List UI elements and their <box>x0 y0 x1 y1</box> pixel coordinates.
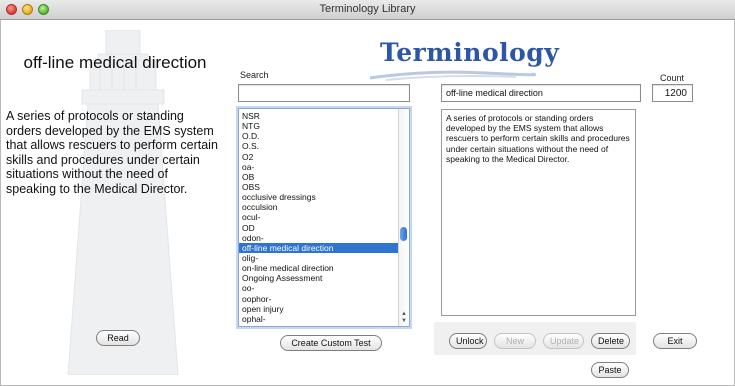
unlock-button[interactable]: Unlock <box>449 333 487 349</box>
lighthouse-watermark-icon <box>67 30 179 375</box>
term-field[interactable]: off-line medical direction <box>441 84 641 102</box>
update-button[interactable]: Update <box>543 333 584 349</box>
term-list-scrollbar[interactable]: ▲ ▼ <box>398 109 409 326</box>
scrollbar-thumb[interactable] <box>400 227 407 241</box>
list-item[interactable]: OD <box>239 223 399 233</box>
list-item-selected[interactable]: off-line medical direction <box>239 242 399 253</box>
list-item[interactable]: on-line medical direction <box>239 263 399 273</box>
exit-button[interactable]: Exit <box>653 333 697 349</box>
new-button[interactable]: New <box>494 333 536 349</box>
list-item[interactable]: odon- <box>239 233 399 243</box>
logo-swoosh-icon <box>369 70 536 81</box>
selected-term-definition: A series of protocols or standing orders… <box>6 109 218 196</box>
paste-button[interactable]: Paste <box>591 362 629 378</box>
term-list-items: NSR NTG O.D. O.S. O2 oa- OB OBS occlusive dressi… <box>239 111 399 324</box>
list-item[interactable]: occulsion <box>239 202 399 212</box>
list-item[interactable]: Ongoing Assessment <box>239 273 399 283</box>
list-item[interactable]: OB <box>239 172 399 182</box>
search-label: Search <box>240 70 269 80</box>
list-item[interactable]: NSR <box>239 111 399 121</box>
definition-textarea[interactable]: A series of protocols or standing orders… <box>441 109 636 316</box>
count-label: Count <box>660 73 685 83</box>
create-custom-test-button[interactable]: Create Custom Test <box>280 335 382 351</box>
search-input[interactable] <box>238 84 410 102</box>
terminology-window: Terminology Library off-line medical dir… <box>0 0 735 386</box>
list-item[interactable]: OBS <box>239 182 399 192</box>
list-item[interactable]: O.S. <box>239 141 399 151</box>
scroll-down-arrow-icon[interactable]: ▼ <box>401 318 407 324</box>
term-list[interactable]: NSR NTG O.D. O.S. O2 oa- OB OBS occlusive dressi… <box>238 108 410 327</box>
list-item[interactable]: oa- <box>239 162 399 172</box>
title-bar: Terminology Library <box>0 0 735 20</box>
list-item[interactable]: oophor- <box>239 294 399 304</box>
list-item[interactable]: oo- <box>239 283 399 293</box>
scroll-up-arrow-icon[interactable]: ▲ <box>401 311 407 317</box>
list-item[interactable]: open injury <box>239 304 399 314</box>
count-field[interactable]: 1200 <box>652 84 693 102</box>
list-item[interactable]: O2 <box>239 152 399 162</box>
logo-text: Terminology <box>380 38 560 67</box>
list-item[interactable]: O.D. <box>239 131 399 141</box>
window-title: Terminology Library <box>319 3 416 15</box>
list-item[interactable]: ophal- <box>239 314 399 324</box>
list-item[interactable]: occlusive dressings <box>239 192 399 202</box>
list-item[interactable]: olig- <box>239 253 399 263</box>
list-item[interactable]: NTG <box>239 121 399 131</box>
list-item[interactable]: ocul- <box>239 212 399 222</box>
read-button[interactable]: Read <box>96 330 140 346</box>
delete-button[interactable]: Delete <box>591 333 630 349</box>
selected-term-heading: off-line medical direction <box>23 53 207 72</box>
